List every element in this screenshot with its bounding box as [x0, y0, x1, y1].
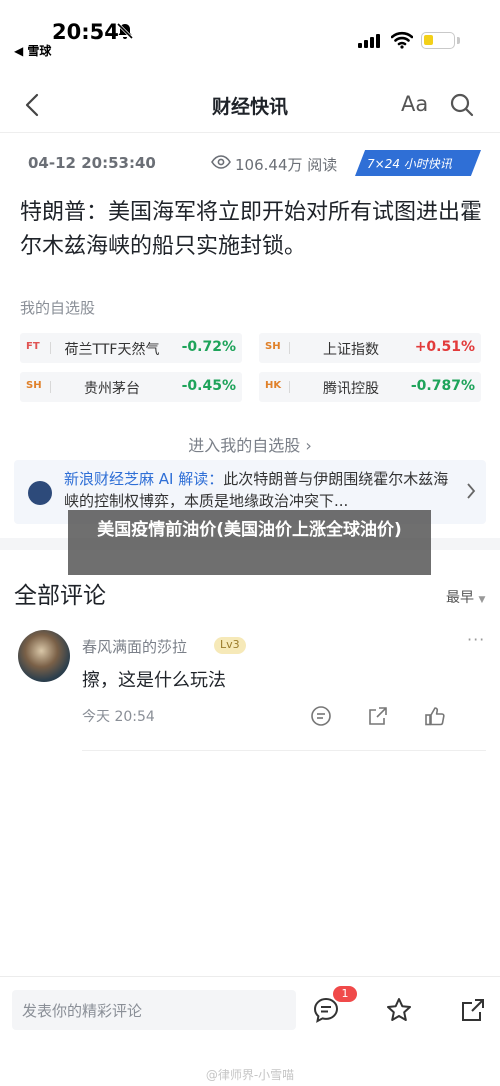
more-options-icon[interactable]: ··· [467, 630, 485, 649]
sort-label: 最早 [446, 590, 474, 606]
like-icon[interactable] [424, 705, 446, 727]
stock-item[interactable]: FT 荷兰TTF天然气 -0.72% [20, 333, 242, 363]
chevron-right-icon [467, 483, 476, 499]
status-bar: 20:54 ◀ 雪球 [0, 0, 500, 64]
ai-brand-label: 新浪财经芝麻 AI 解读： [64, 470, 224, 488]
stock-change: -0.787% [410, 378, 475, 394]
exchange-tag: SH [26, 380, 42, 391]
sort-dropdown[interactable]: 最早 ▼ [446, 587, 485, 607]
comment-username[interactable]: 春风满面的莎拉 [82, 636, 187, 657]
stock-item[interactable]: HK 腾讯控股 -0.787% [259, 372, 481, 402]
ai-summary-text: 新浪财经芝麻 AI 解读：此次特朗普与伊朗围绕霍尔木兹海峡的控制权博弈，本质是地… [64, 468, 460, 512]
stock-name: 贵州茅台 [84, 381, 140, 397]
news-headline: 特朗普：美国海军将立即开始对所有试图进出霍尔木兹海峡的船只实施封锁。 [20, 200, 483, 259]
article-datetime: 04-12 20:53:40 [28, 154, 156, 172]
signal-icon [358, 34, 380, 48]
watchlist-label: 我的自选股 [20, 299, 96, 317]
comment-time: 今天 20:54 [82, 709, 155, 725]
comment-text: 擦，这是什么玩法 [82, 670, 226, 691]
comment-count-badge: 1 [333, 986, 357, 1002]
reply-icon[interactable] [310, 705, 332, 727]
mute-bell-icon [116, 22, 134, 40]
caret-down-icon: ▼ [478, 595, 486, 605]
avatar[interactable] [18, 630, 70, 682]
stock-item[interactable]: SH 贵州茅台 -0.45% [20, 372, 242, 402]
exchange-tag: HK [265, 380, 282, 391]
back-to-app-link[interactable]: ◀ 雪球 [14, 42, 51, 59]
stock-change: -0.45% [181, 378, 236, 394]
share-icon[interactable] [367, 705, 389, 727]
battery-tip [457, 37, 460, 44]
exchange-tag: SH [265, 341, 281, 352]
view-count: 106.44万 阅读 [235, 156, 338, 174]
stock-change: -0.72% [181, 339, 236, 355]
stock-name: 上证指数 [323, 342, 379, 358]
ai-logo-icon [28, 481, 52, 505]
watermark: @律师界-小雪喵 [205, 1068, 295, 1082]
font-size-button[interactable]: Aa [401, 92, 428, 116]
status-time: 20:54 [52, 20, 119, 44]
stock-change: +0.51% [414, 339, 475, 355]
live-news-badge[interactable]: 7×24 小时快讯 [355, 150, 481, 176]
stock-item[interactable]: SH 上证指数 +0.51% [259, 333, 481, 363]
search-icon[interactable] [449, 92, 475, 118]
nav-divider [0, 132, 500, 133]
wifi-icon [391, 31, 413, 49]
comments-title: 全部评论 [14, 583, 106, 609]
star-icon[interactable] [385, 996, 413, 1024]
overlay-caption: 美国疫情前油价(美国油价上涨全球油价) [68, 510, 431, 575]
user-level-badge: Lv3 [214, 637, 246, 654]
comment-input[interactable]: 发表你的精彩评论 [12, 990, 296, 1030]
bottom-bar-divider [0, 976, 500, 977]
stock-name: 腾讯控股 [323, 381, 379, 397]
eye-icon [211, 155, 231, 169]
share-out-icon[interactable] [459, 996, 487, 1024]
stock-name: 荷兰TTF天然气 [64, 342, 160, 358]
enter-watchlist-link[interactable]: 进入我的自选股 › [0, 432, 500, 456]
comment-divider [82, 750, 486, 751]
battery-icon [421, 32, 455, 49]
exchange-tag: FT [26, 341, 40, 352]
nav-bar: 财经快讯 Aa [0, 78, 500, 132]
